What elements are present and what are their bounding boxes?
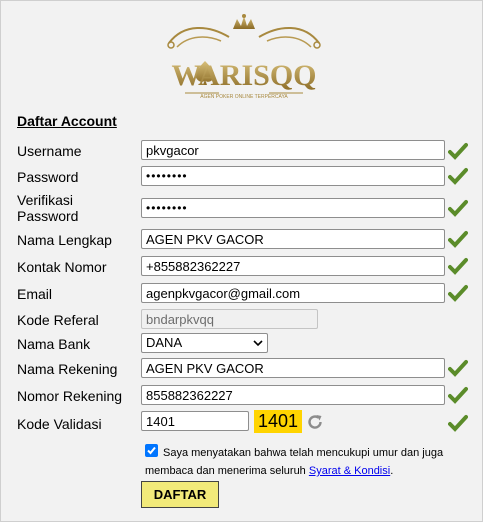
logo-graphic: WARISQQ AGEN POKER ONLINE TERPERCAYA — [167, 14, 321, 100]
account-number-valid-checkmark-icon — [448, 387, 468, 404]
checkbox-check-icon — [147, 446, 156, 455]
account-number-label: Nomor Rekening — [17, 388, 123, 404]
verify-password-label-line1: Verifikasi — [17, 192, 74, 208]
captcha-code: 1401 — [254, 410, 302, 433]
phone-valid-checkmark-icon — [448, 258, 468, 275]
password-input[interactable] — [141, 166, 445, 186]
password-label: Password — [17, 169, 79, 185]
bank-select[interactable]: DANA — [141, 333, 268, 353]
username-label: Username — [17, 143, 82, 159]
verify-password-valid-checkmark-icon — [448, 200, 468, 217]
captcha-label: Kode Validasi — [17, 416, 102, 432]
refresh-icon[interactable] — [306, 413, 324, 431]
daftar-submit-button[interactable]: DAFTAR — [141, 481, 219, 508]
phone-input[interactable] — [141, 256, 445, 276]
form-heading: Daftar Account — [17, 113, 117, 129]
agreement-statement: Saya menyatakan bahwa telah mencukupi um… — [145, 447, 444, 477]
terms-link[interactable]: Syarat & Kondisi — [309, 465, 390, 477]
chevron-down-icon — [253, 340, 263, 347]
phone-label: Kontak Nomor — [17, 259, 107, 275]
warisqq-logo: WARISQQ AGEN POKER ONLINE TERPERCAYA — [149, 13, 339, 105]
bank-label: Nama Bank — [17, 336, 91, 352]
agreement-checkbox[interactable] — [145, 444, 158, 457]
email-input[interactable] — [141, 283, 445, 303]
email-valid-checkmark-icon — [448, 285, 468, 302]
captcha-input[interactable] — [141, 411, 249, 431]
referral-label: Kode Referal — [17, 312, 99, 328]
password-valid-checkmark-icon — [448, 168, 468, 185]
account-name-label: Nama Rekening — [17, 361, 118, 377]
fullname-label: Nama Lengkap — [17, 232, 112, 248]
account-number-input[interactable] — [141, 385, 445, 405]
verify-password-input[interactable] — [141, 198, 445, 218]
account-name-valid-checkmark-icon — [448, 360, 468, 377]
fullname-input[interactable] — [141, 229, 445, 249]
fullname-valid-checkmark-icon — [448, 231, 468, 248]
logo-tagline: AGEN POKER ONLINE TERPERCAYA — [200, 94, 288, 100]
registration-panel: WARISQQ AGEN POKER ONLINE TERPERCAYA Daf… — [0, 0, 483, 522]
account-name-input[interactable] — [141, 358, 445, 378]
agreement-text: Saya menyatakan bahwa telah mencukupi um… — [145, 444, 445, 480]
username-valid-checkmark-icon — [448, 143, 468, 160]
captcha-valid-checkmark-icon — [448, 415, 468, 432]
verify-password-label-line2: Password — [17, 208, 79, 224]
email-label: Email — [17, 286, 53, 302]
bank-select-value: DANA — [146, 335, 183, 350]
username-input[interactable] — [141, 140, 445, 160]
agreement-suffix: . — [390, 465, 394, 477]
logo-wordmark: WARISQQ — [171, 59, 316, 92]
referral-input — [141, 309, 318, 329]
